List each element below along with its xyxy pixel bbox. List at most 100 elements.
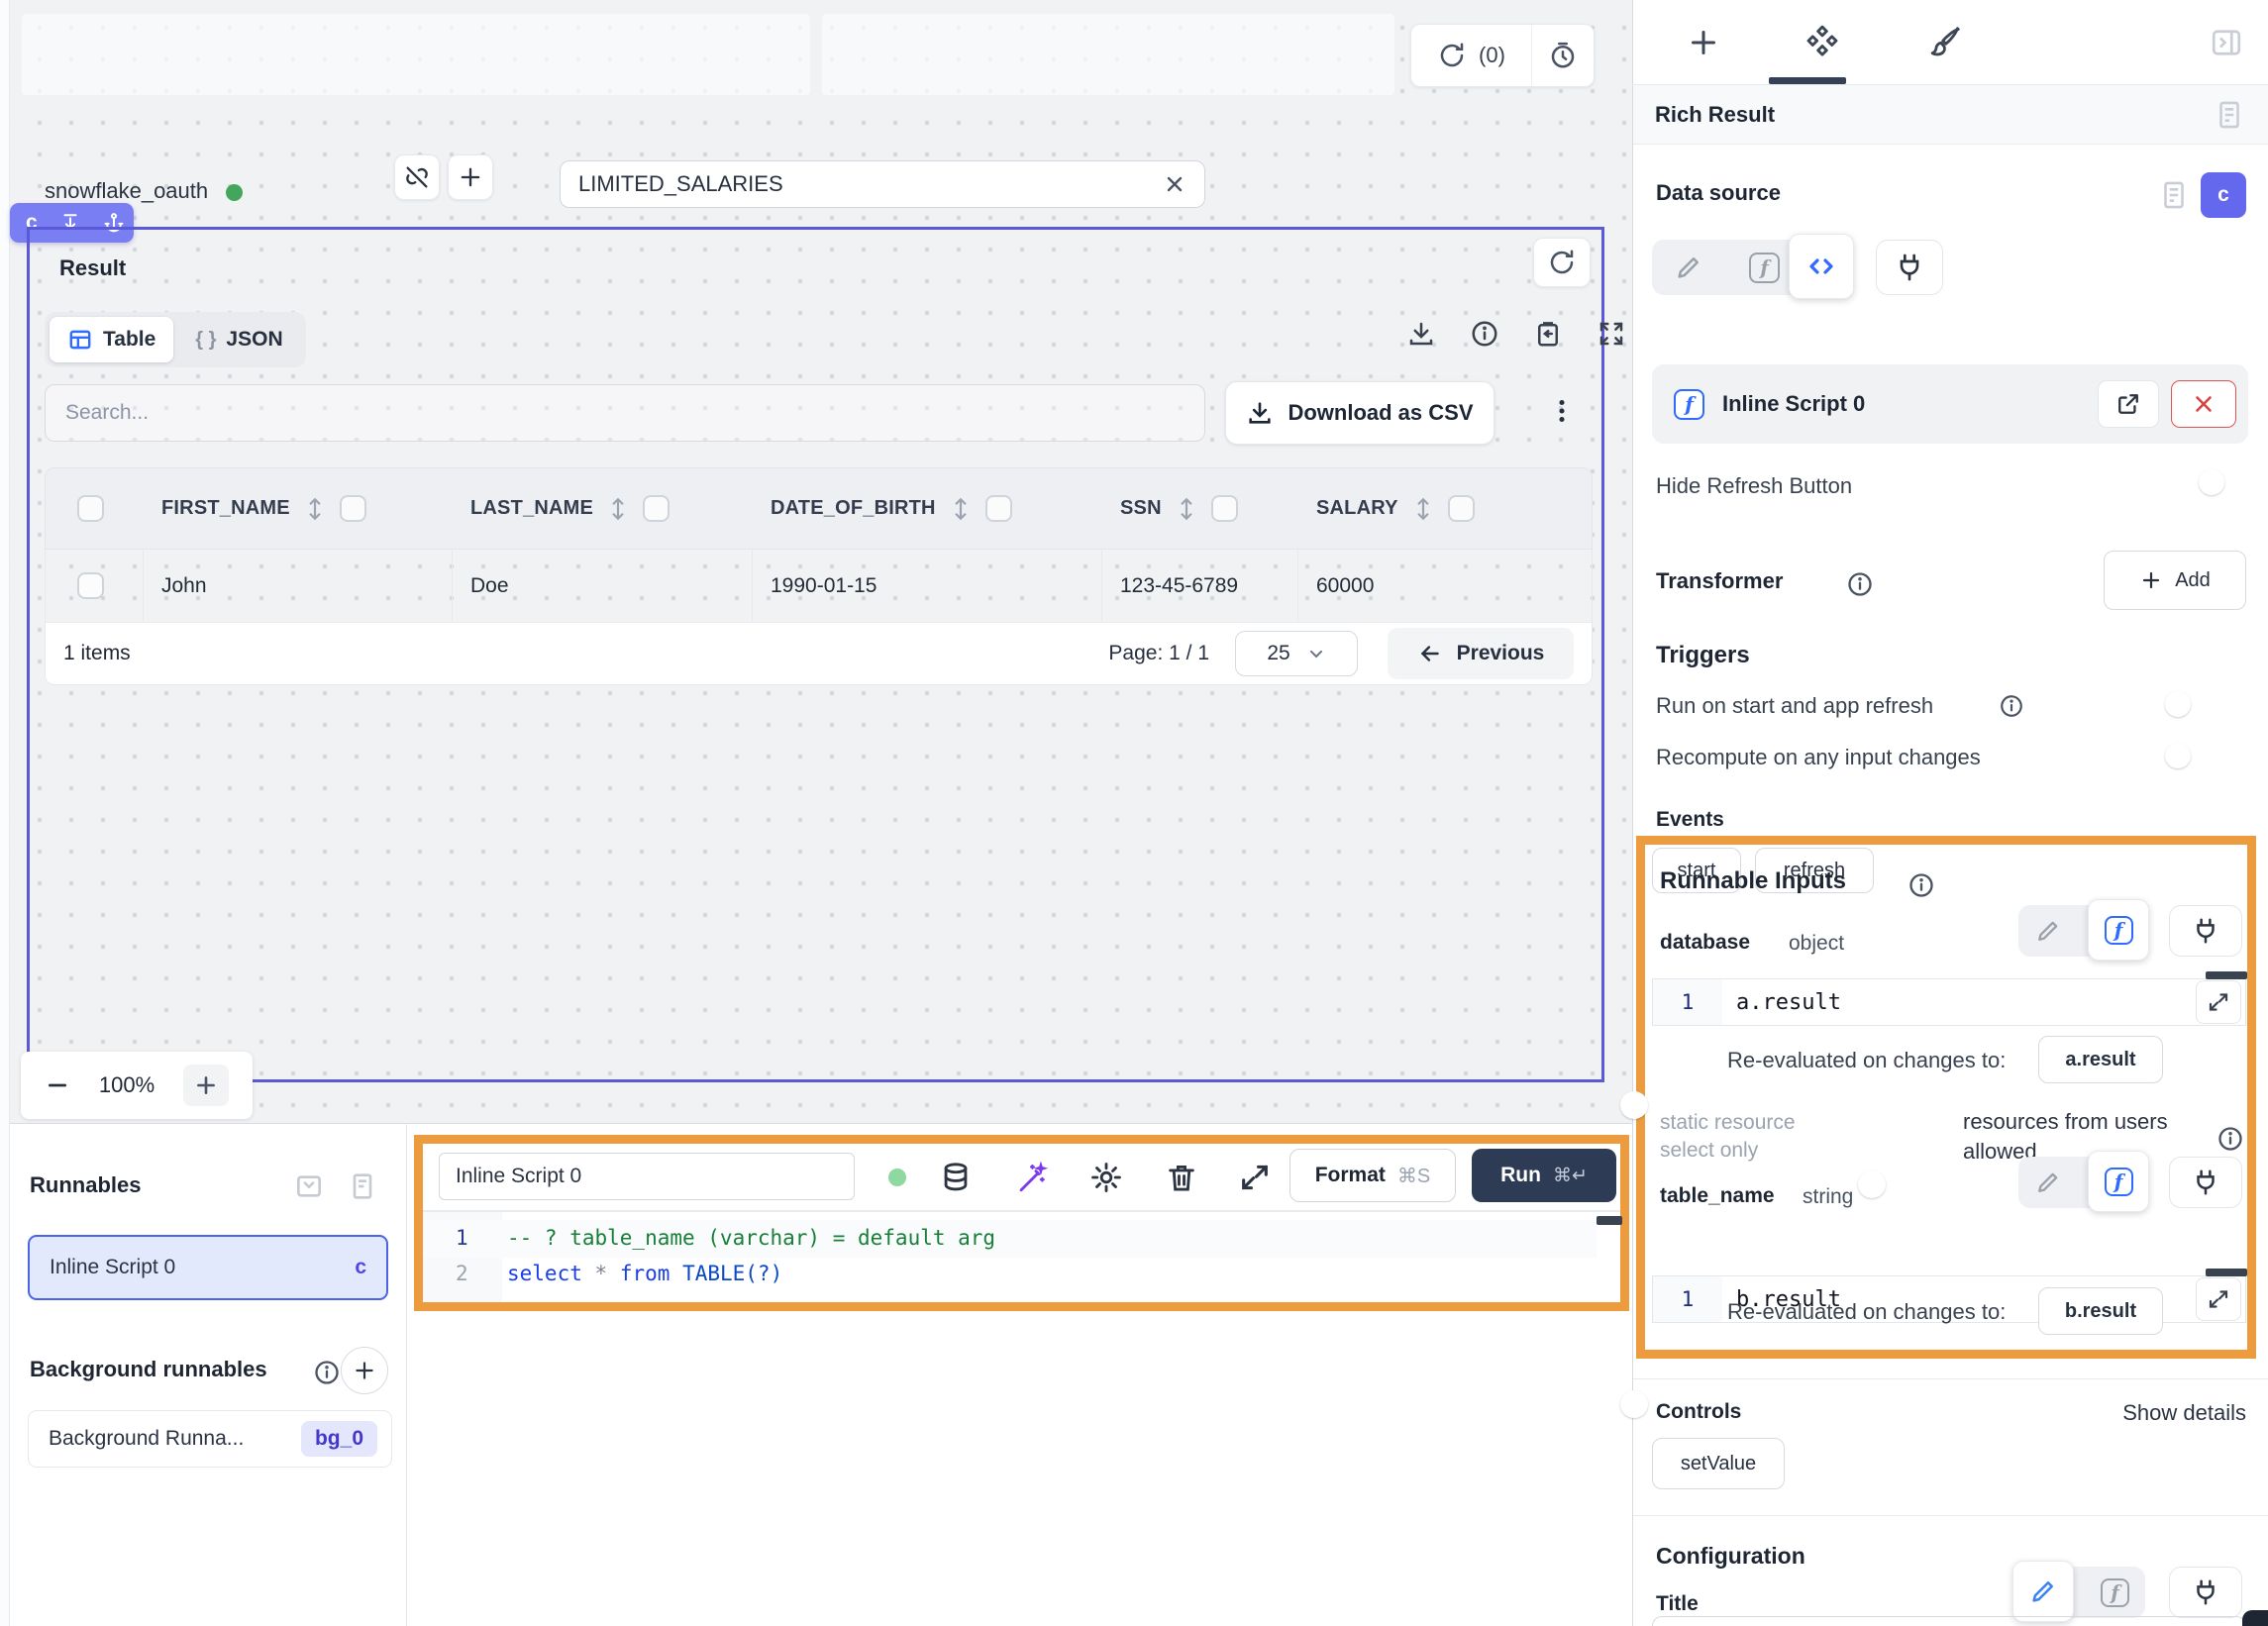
info-icon[interactable]: [1999, 693, 2024, 719]
info-icon[interactable]: [1470, 319, 1499, 349]
zoom-in-button[interactable]: [183, 1065, 229, 1106]
expression-value[interactable]: a.result: [1722, 979, 2245, 1025]
show-details-link[interactable]: Show details: [2122, 1400, 2246, 1426]
sort-icon[interactable]: [950, 496, 972, 522]
cell-salary[interactable]: 60000: [1298, 550, 1594, 622]
search-input[interactable]: [65, 401, 1185, 425]
runnable-item-background-0[interactable]: Background Runna... bg_0: [28, 1410, 392, 1468]
previous-page-button[interactable]: Previous: [1388, 628, 1574, 679]
code-comment[interactable]: -- ? table_name (varchar) = default arg: [507, 1226, 995, 1250]
run-button[interactable]: Run ⌘↵: [1472, 1149, 1616, 1202]
column-checkbox[interactable]: [643, 495, 670, 522]
delete-trash-icon[interactable]: [1165, 1161, 1198, 1194]
info-icon[interactable]: [1846, 570, 1874, 598]
tab-add-component[interactable]: [1686, 25, 1721, 60]
open-external-button[interactable]: [2098, 380, 2159, 428]
column-checkbox[interactable]: [1211, 495, 1238, 522]
kebab-menu-icon[interactable]: [1545, 394, 1579, 428]
setvalue-control-chip[interactable]: setValue: [1652, 1438, 1785, 1489]
function-mode-button-active[interactable]: f: [2088, 1151, 2149, 1212]
sort-icon[interactable]: [607, 496, 629, 522]
collapse-panel-icon[interactable]: [293, 1170, 325, 1202]
script-name-field[interactable]: [439, 1153, 855, 1200]
function-mode-button-active[interactable]: f: [2088, 899, 2149, 961]
tab-table[interactable]: Table: [50, 317, 173, 362]
database-expression-editor[interactable]: 1 a.result: [1652, 978, 2246, 1026]
row-checkbox[interactable]: [77, 572, 104, 599]
select-all-checkbox[interactable]: [77, 495, 104, 522]
download-icon[interactable]: [1406, 319, 1436, 349]
info-icon[interactable]: [1907, 871, 1935, 899]
code-mode-button-active[interactable]: [1789, 234, 1854, 299]
function-icon[interactable]: f: [2101, 1578, 2129, 1607]
expand-expression-icon[interactable]: [2196, 1277, 2241, 1321]
expand-editor-icon[interactable]: [1238, 1161, 1272, 1194]
database-icon[interactable]: [939, 1161, 973, 1194]
connect-mode-button[interactable]: [1876, 240, 1943, 295]
docs-icon[interactable]: [2213, 98, 2246, 132]
tab-styling-brush[interactable]: [1925, 24, 1963, 61]
history-button[interactable]: [1532, 25, 1594, 86]
sort-icon[interactable]: [304, 496, 326, 522]
dependency-chip[interactable]: b.result: [2038, 1287, 2163, 1335]
header-date-of-birth[interactable]: DATE_OF_BIRTH: [753, 495, 1102, 522]
cell-last-name[interactable]: Doe: [453, 550, 753, 622]
settings-gear-icon[interactable]: [1089, 1161, 1123, 1194]
sort-icon[interactable]: [1412, 496, 1434, 522]
fullscreen-icon[interactable]: [1597, 319, 1626, 349]
add-transformer-button[interactable]: Add: [2104, 551, 2246, 610]
result-refresh-button[interactable]: [1533, 238, 1591, 287]
zoom-out-button[interactable]: [45, 1072, 70, 1098]
canvas-placeholder-component[interactable]: [822, 14, 1394, 95]
canvas-placeholder-component[interactable]: [22, 14, 810, 95]
edit-pencil-icon[interactable]: [1674, 253, 1703, 282]
refresh-all-button[interactable]: (0): [1411, 25, 1532, 86]
code-line-2[interactable]: select * from TABLE(?): [507, 1262, 782, 1285]
info-icon[interactable]: [313, 1359, 341, 1386]
format-button[interactable]: Format ⌘S: [1289, 1149, 1456, 1202]
edit-pencil-icon[interactable]: [2034, 917, 2062, 945]
header-ssn[interactable]: SSN: [1102, 495, 1298, 522]
cell-ssn[interactable]: 123-45-6789: [1102, 550, 1298, 622]
tab-json[interactable]: { } JSON: [177, 317, 300, 362]
docs-icon[interactable]: [2157, 178, 2191, 212]
table-select-input[interactable]: [578, 171, 1163, 197]
table-row[interactable]: John Doe 1990-01-15 123-45-6789 60000: [45, 550, 1593, 622]
edit-mode-button-active[interactable]: [2012, 1561, 2074, 1622]
list-view-icon[interactable]: [347, 1170, 378, 1202]
runnable-item-inline-script-0[interactable]: Inline Script 0 c: [28, 1235, 388, 1300]
tab-component-settings[interactable]: [1803, 23, 1842, 62]
table-select-field[interactable]: [560, 160, 1205, 208]
connect-mode-button[interactable]: [2169, 905, 2242, 957]
page-size-select[interactable]: 25: [1235, 631, 1358, 676]
collapse-sidebar-icon[interactable]: [2209, 25, 2244, 60]
sort-icon[interactable]: [1176, 496, 1197, 522]
connect-mode-button[interactable]: [2169, 1157, 2242, 1208]
column-checkbox[interactable]: [340, 495, 366, 522]
header-last-name[interactable]: LAST_NAME: [453, 495, 753, 522]
data-source-item[interactable]: f Inline Script 0: [1652, 364, 2248, 444]
header-first-name[interactable]: FIRST_NAME: [144, 495, 453, 522]
cell-date-of-birth[interactable]: 1990-01-15: [753, 550, 1102, 622]
info-icon[interactable]: [2216, 1125, 2244, 1153]
download-csv-button[interactable]: Download as CSV: [1225, 381, 1495, 445]
clear-icon[interactable]: [1163, 172, 1186, 196]
add-background-runnable-button[interactable]: [341, 1347, 388, 1394]
unlink-button[interactable]: [394, 154, 440, 200]
function-icon[interactable]: f: [1749, 253, 1780, 283]
edit-pencil-icon[interactable]: [2034, 1169, 2062, 1196]
add-column-button[interactable]: [448, 154, 493, 200]
column-checkbox[interactable]: [985, 495, 1012, 522]
clipboard-copy-icon[interactable]: [1533, 319, 1563, 349]
title-input-partial[interactable]: [1652, 1616, 2246, 1626]
connect-mode-button[interactable]: [2169, 1567, 2242, 1618]
editor-scrollbar[interactable]: [1597, 1216, 1622, 1225]
remove-data-source-button[interactable]: [2171, 380, 2236, 428]
expand-expression-icon[interactable]: [2196, 980, 2241, 1024]
column-checkbox[interactable]: [1448, 495, 1475, 522]
header-salary[interactable]: SALARY: [1298, 495, 1594, 522]
cell-first-name[interactable]: John: [144, 550, 453, 622]
dependency-chip[interactable]: a.result: [2038, 1036, 2163, 1083]
script-name-input[interactable]: [456, 1165, 838, 1188]
ai-wand-icon[interactable]: [1014, 1161, 1048, 1194]
